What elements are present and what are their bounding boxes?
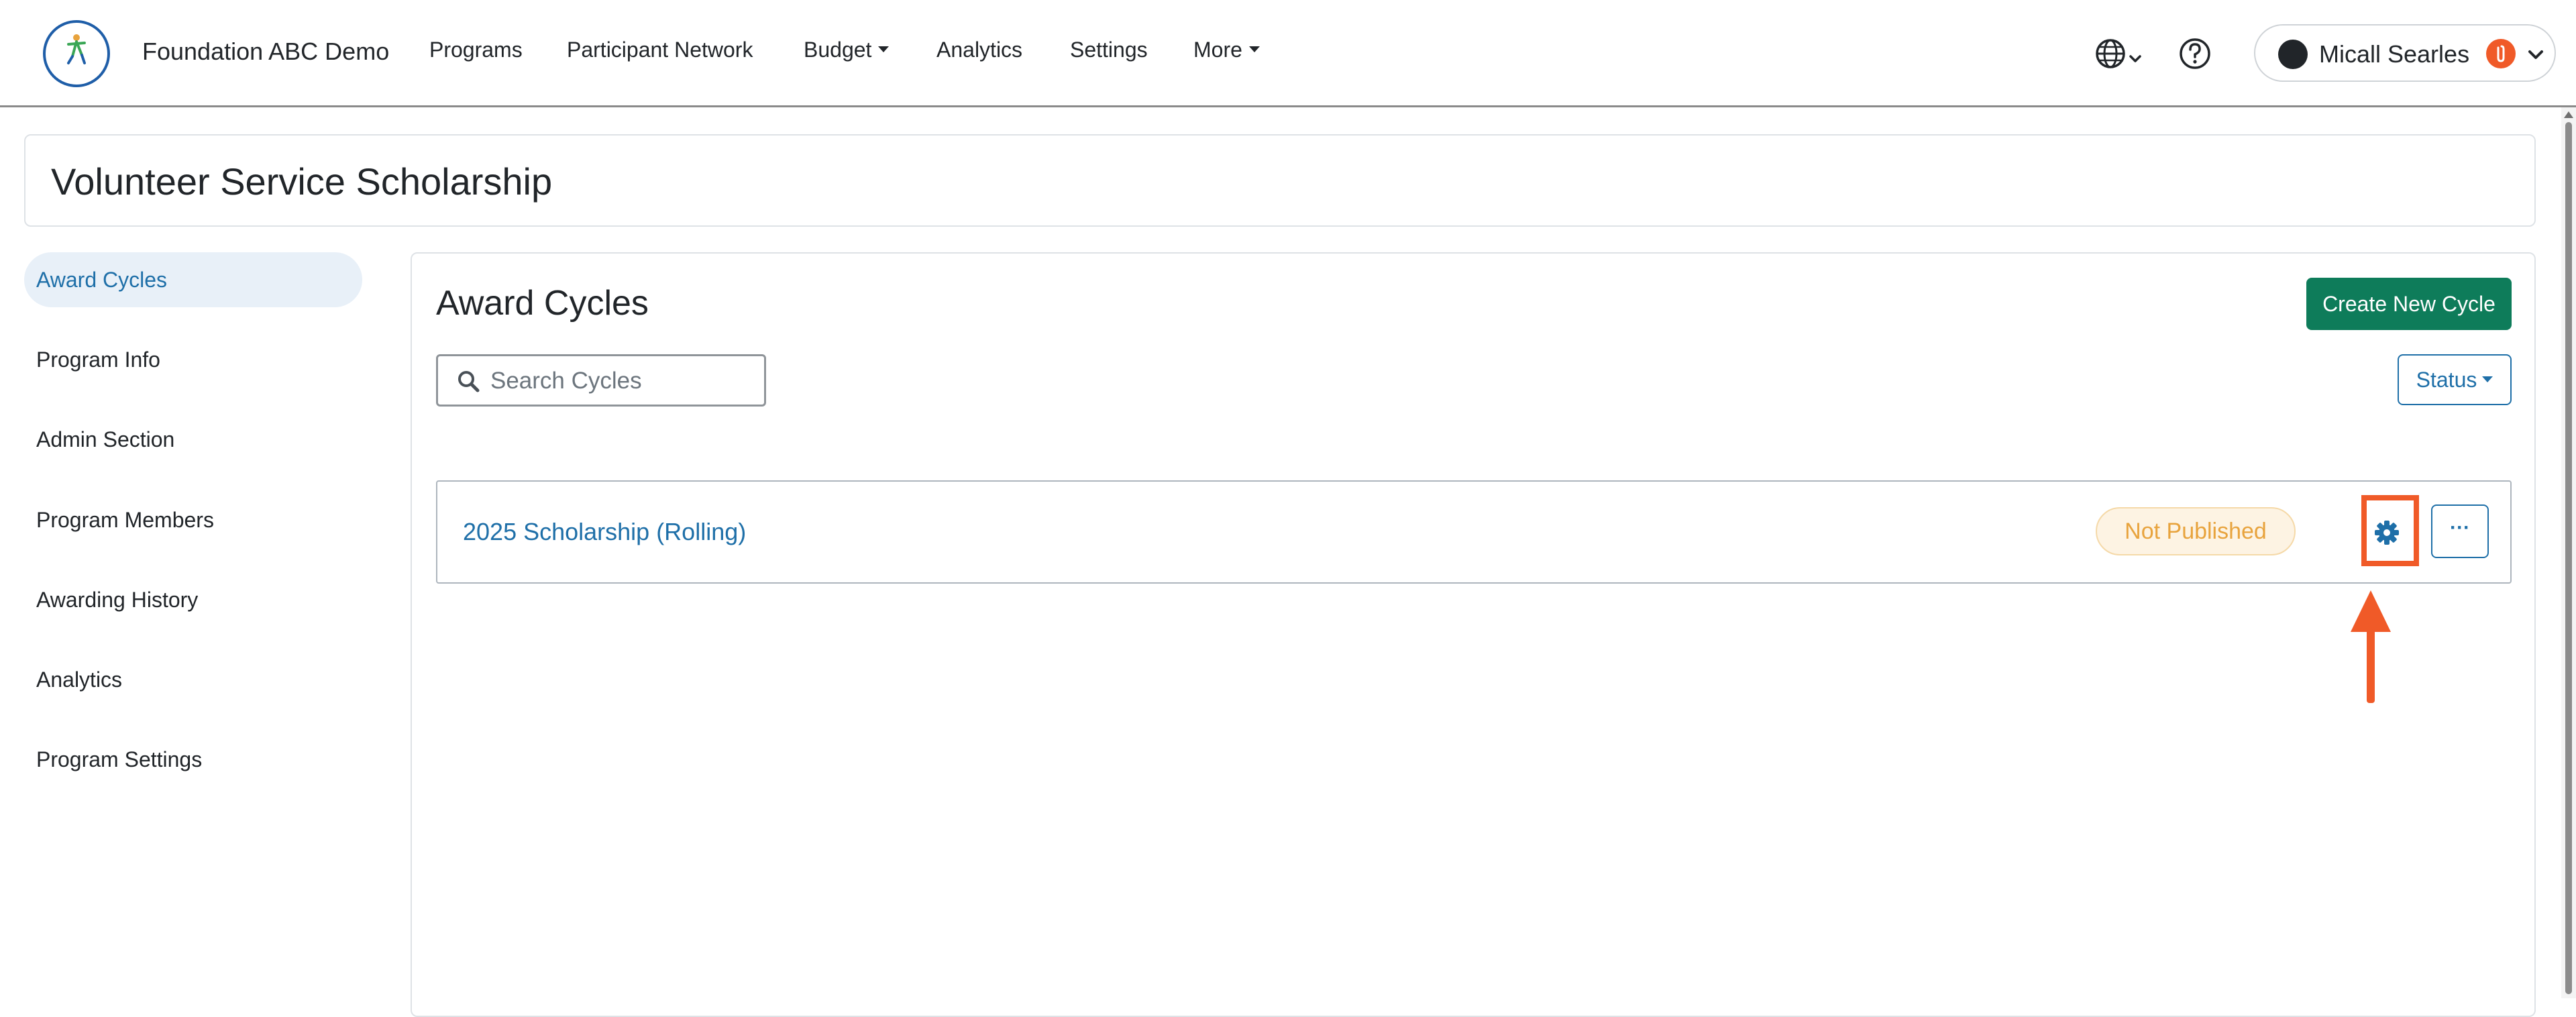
sidebar-item-program-members[interactable]: Program Members xyxy=(24,492,362,547)
sidebar-item-program-settings[interactable]: Program Settings xyxy=(24,732,362,787)
sidebar-item-program-info[interactable]: Program Info xyxy=(24,332,362,387)
more-options-button[interactable]: ··· xyxy=(2431,504,2489,558)
page-title: Volunteer Service Scholarship xyxy=(51,160,553,203)
nav-more-label: More xyxy=(1193,38,1242,62)
award-cycles-panel: Award Cycles Create New Cycle Status 202… xyxy=(411,252,2536,1017)
sidebar-item-label: Admin Section xyxy=(36,427,175,451)
nav-programs-label: Programs xyxy=(429,38,523,62)
section-title: Award Cycles xyxy=(436,284,649,323)
chevron-down-icon xyxy=(2526,46,2545,64)
sidebar-item-analytics[interactable]: Analytics xyxy=(24,652,362,707)
caret-down-icon xyxy=(878,46,890,53)
status-badge: Not Published xyxy=(2096,507,2296,555)
help-circle-icon xyxy=(2180,38,2210,69)
brand-name[interactable]: Foundation ABC Demo xyxy=(142,38,389,66)
sidebar-item-label: Program Settings xyxy=(36,747,203,771)
create-new-cycle-button[interactable]: Create New Cycle xyxy=(2306,278,2512,330)
paperclip-icon xyxy=(2486,39,2516,68)
sidebar-item-awarding-history[interactable]: Awarding History xyxy=(24,572,362,627)
language-selector[interactable] xyxy=(2092,35,2148,72)
user-name: Micall Searles xyxy=(2319,40,2470,68)
top-navbar: Foundation ABC Demo Programs Participant… xyxy=(0,0,2576,107)
status-filter-label: Status xyxy=(2416,368,2477,392)
search-icon xyxy=(458,371,480,392)
cycle-name-link[interactable]: 2025 Scholarship (Rolling) xyxy=(463,518,746,546)
globe-icon xyxy=(2096,39,2141,68)
nav-more-dropdown[interactable]: More xyxy=(1193,38,1260,62)
annotation-arrow-icon xyxy=(2351,590,2391,703)
help-button[interactable] xyxy=(2176,35,2214,72)
search-input[interactable] xyxy=(489,360,753,402)
nav-settings[interactable]: Settings xyxy=(1070,38,1148,62)
annotation-highlight-box xyxy=(2361,495,2419,566)
sidebar-item-label: Analytics xyxy=(36,667,123,692)
foundation-logo[interactable] xyxy=(43,20,110,87)
sidebar-item-admin-section[interactable]: Admin Section xyxy=(24,412,362,467)
avatar xyxy=(2278,40,2308,69)
sidebar-item-label: Program Members xyxy=(36,508,214,532)
list-item: 2025 Scholarship (Rolling) Not Published xyxy=(436,480,2512,584)
status-filter-dropdown[interactable]: Status xyxy=(2398,354,2512,405)
scroll-up-arrow-icon[interactable] xyxy=(2564,111,2573,118)
ellipsis-icon: ··· xyxy=(2450,517,2470,539)
caret-down-icon xyxy=(1248,46,1260,53)
nav-analytics[interactable]: Analytics xyxy=(936,38,1022,62)
nav-programs[interactable]: Programs xyxy=(429,38,523,62)
program-header-card: Volunteer Service Scholarship xyxy=(24,134,2536,227)
nav-participant-network[interactable]: Participant Network xyxy=(567,38,753,62)
nav-budget-label: Budget xyxy=(804,38,872,62)
page-scrollbar[interactable] xyxy=(2561,107,2576,998)
sidebar-item-label: Program Info xyxy=(36,347,160,372)
nav-analytics-label: Analytics xyxy=(936,38,1023,62)
scroll-thumb[interactable] xyxy=(2565,122,2572,994)
user-menu[interactable]: Micall Searles xyxy=(2254,24,2556,82)
search-box[interactable] xyxy=(436,354,766,407)
sidebar-item-label: Awarding History xyxy=(36,588,199,612)
caret-down-icon xyxy=(2482,376,2493,383)
sidebar-item-label: Award Cycles xyxy=(36,268,168,292)
nav-budget-dropdown[interactable]: Budget xyxy=(804,38,890,62)
nav-participant-network-label: Participant Network xyxy=(567,38,753,62)
sidebar-item-award-cycles[interactable]: Award Cycles xyxy=(24,252,362,307)
nav-settings-label: Settings xyxy=(1070,38,1148,62)
